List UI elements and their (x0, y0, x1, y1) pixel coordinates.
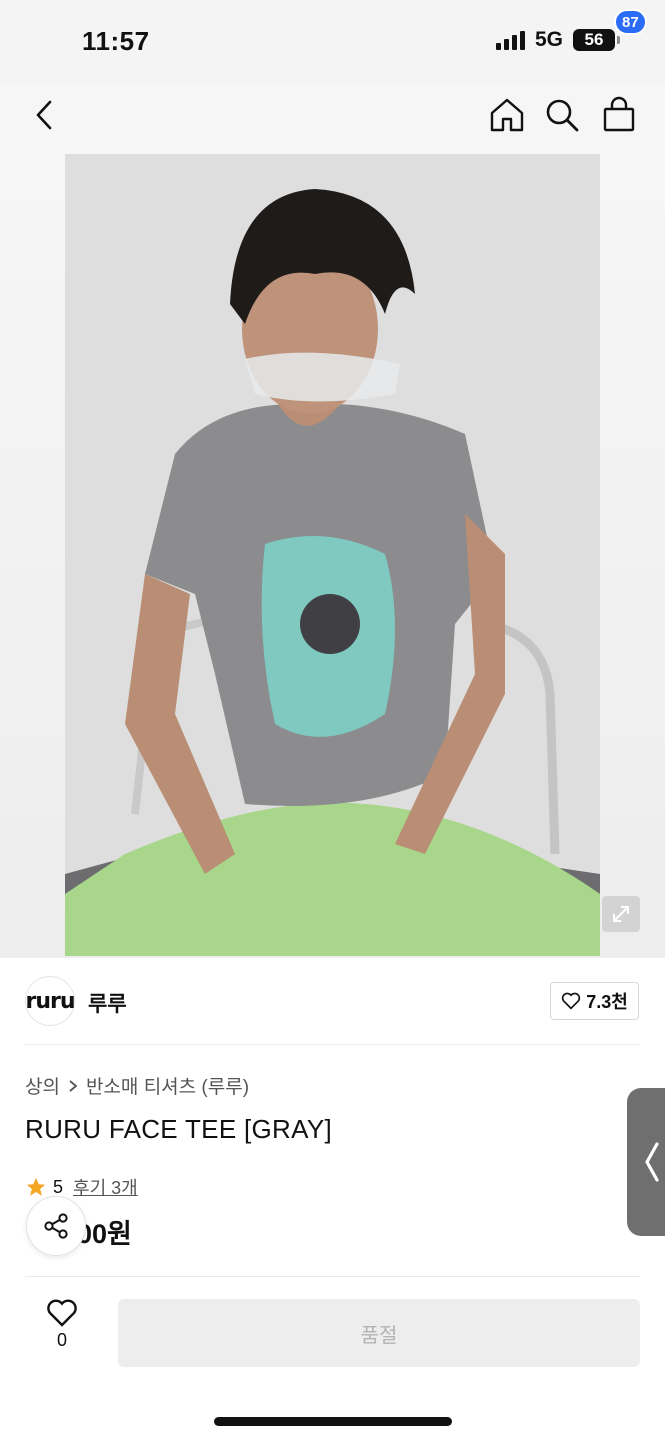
brand-like-count: 7.3천 (586, 992, 628, 1012)
brand-like-button[interactable]: 7.3천 (550, 982, 639, 1020)
network-label: 5G (534, 28, 563, 51)
chevron-right-icon (69, 1079, 78, 1092)
side-panel-handle[interactable] (627, 1088, 665, 1236)
expand-icon (613, 906, 629, 922)
divider (25, 1044, 640, 1045)
share-icon (44, 1213, 68, 1239)
signal-icon (495, 30, 525, 50)
breadcrumb: 상의 반소매 티셔츠 (루루) (25, 1072, 249, 1099)
divider (25, 1276, 640, 1277)
expand-image-button[interactable] (602, 896, 640, 932)
search-icon (546, 99, 579, 132)
cart-button[interactable] (600, 96, 638, 134)
share-button[interactable] (26, 1196, 86, 1256)
brand-logo-text: ruru (25, 988, 75, 1014)
breadcrumb-category[interactable]: 상의 (25, 1072, 60, 1099)
home-icon (490, 98, 524, 132)
product-title: RURU FACE TEE [GRAY] (25, 1114, 332, 1144)
heart-icon (562, 992, 581, 1010)
star-icon (26, 1177, 46, 1196)
rating-value: 5 (53, 1176, 64, 1197)
brand-logo[interactable]: ruru (25, 976, 76, 1026)
cart-count-badge: 87 (614, 9, 647, 35)
status-indicators: 5G 56 (495, 28, 620, 52)
shopping-bag-icon (603, 96, 635, 132)
search-button[interactable] (543, 96, 581, 134)
wishlist-button[interactable]: 0 (30, 1298, 94, 1362)
brand-name[interactable]: 루루 (88, 988, 127, 1018)
battery-icon: 56 (573, 29, 620, 51)
home-button[interactable] (488, 96, 526, 134)
chevron-left-icon (36, 100, 52, 130)
model-photo (65, 154, 600, 956)
status-time: 11:57 (82, 26, 150, 56)
wishlist-count: 0 (56, 1330, 67, 1350)
back-button[interactable] (28, 96, 62, 134)
product-image[interactable] (65, 154, 600, 956)
chevron-left-icon (645, 1142, 659, 1182)
rating-row: 5 후기 3개 (25, 1174, 138, 1200)
top-nav (0, 82, 665, 154)
soldout-button[interactable]: 품절 (118, 1299, 640, 1367)
status-bar: 11:57 5G 56 (0, 0, 665, 82)
breadcrumb-subcategory[interactable]: 반소매 티셔츠 (루루) (86, 1072, 249, 1099)
home-indicator (214, 1417, 452, 1426)
heart-icon (47, 1299, 77, 1327)
review-link[interactable]: 후기 3개 (73, 1174, 138, 1200)
